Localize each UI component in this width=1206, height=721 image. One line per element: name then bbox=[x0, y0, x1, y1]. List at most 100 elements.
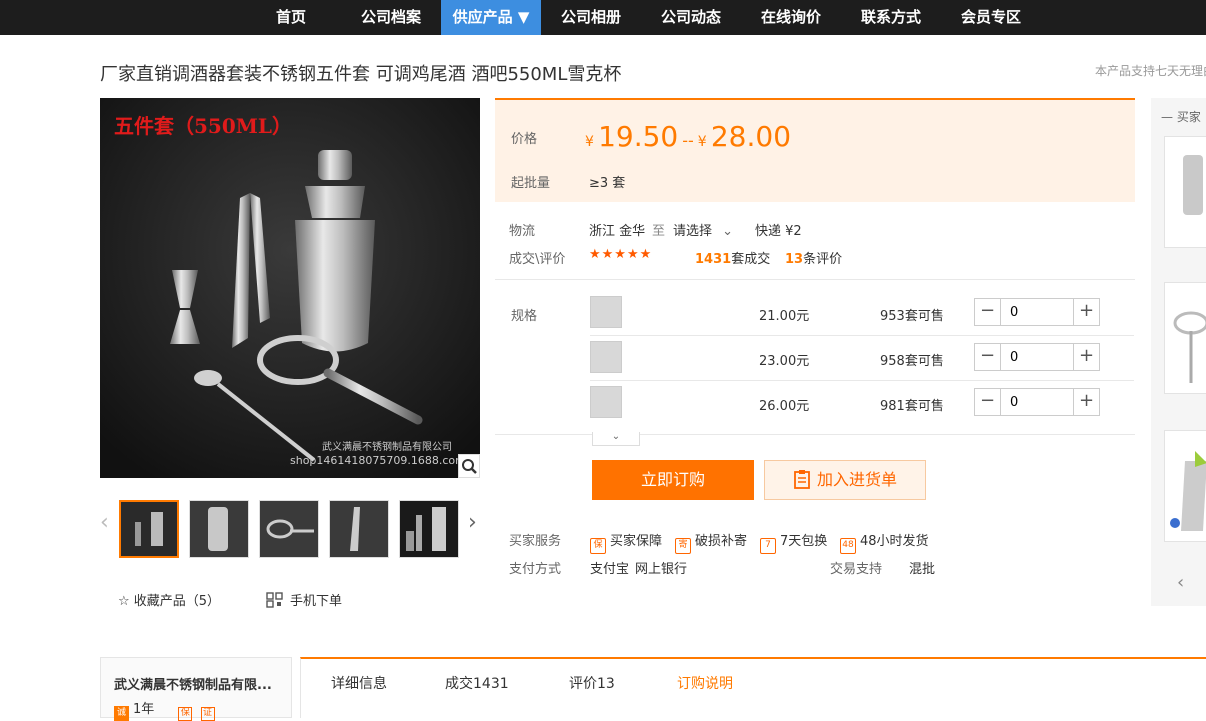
deal-count[interactable]: 1431套成交 bbox=[695, 248, 770, 267]
thumbnail[interactable] bbox=[399, 500, 459, 558]
qrcode-icon bbox=[266, 592, 283, 608]
spec-price: 26.00元 bbox=[759, 399, 810, 414]
minus-button[interactable]: − bbox=[975, 389, 1001, 415]
rating-stars: ★★★★★ bbox=[589, 247, 653, 262]
spec-thumbnail[interactable] bbox=[590, 296, 622, 328]
chevron-down-icon: ⌄ bbox=[722, 224, 734, 239]
buy-now-button[interactable]: 立即订购 bbox=[592, 460, 754, 500]
service-7day-exchange[interactable]: 7 7天包换 bbox=[760, 530, 827, 554]
parcel-icon: 寄 bbox=[675, 538, 691, 554]
tenure-icon: 诚 bbox=[114, 706, 129, 721]
minus-button[interactable]: − bbox=[975, 299, 1001, 325]
thumbs-prev-arrow[interactable]: ‹ bbox=[100, 510, 109, 535]
nav-news[interactable]: 公司动态 bbox=[650, 0, 732, 35]
plus-button[interactable]: + bbox=[1073, 299, 1099, 325]
logistics-origin: 浙江 金华 bbox=[589, 224, 646, 239]
quantity-input[interactable] bbox=[1002, 299, 1072, 325]
expand-specs-button[interactable]: ⌄ bbox=[592, 432, 640, 446]
product-illustration bbox=[100, 98, 480, 478]
nav-member[interactable]: 会员专区 bbox=[950, 0, 1032, 35]
spec-stock: 981套可售 bbox=[880, 399, 944, 414]
quantity-stepper: − + bbox=[974, 343, 1100, 371]
quantity-stepper: − + bbox=[974, 298, 1100, 326]
nav-inquiry[interactable]: 在线询价 bbox=[750, 0, 832, 35]
spec-stock: 953套可售 bbox=[880, 309, 944, 324]
nav-home[interactable]: 首页 bbox=[258, 0, 324, 35]
certificate-icon: 证 bbox=[200, 707, 215, 721]
thumbnail[interactable] bbox=[259, 500, 319, 558]
thumbnail[interactable] bbox=[329, 500, 389, 558]
clipboard-icon bbox=[794, 470, 810, 489]
price-range: ¥ 19.50 -- ¥ 28.00 bbox=[585, 120, 792, 153]
mobile-order-link[interactable]: 手机下单 bbox=[266, 590, 342, 609]
favorite-product-link[interactable]: ☆ 收藏产品（5） bbox=[118, 590, 220, 609]
page-title: 厂家直销调酒器套装不锈钢五件套 可调鸡尾酒 酒吧550ML雪克杯 bbox=[100, 64, 622, 85]
watermark-shop: shop1461418075709.1688.com bbox=[290, 454, 466, 467]
detail-tabs: 详细信息 成交1431 评价13 订购说明 bbox=[300, 657, 1206, 718]
divider bbox=[495, 279, 1135, 280]
mobile-order-label: 手机下单 bbox=[290, 594, 343, 609]
thumbnail[interactable] bbox=[119, 500, 179, 558]
thumbs-next-arrow[interactable]: › bbox=[468, 510, 477, 535]
sidebar-prev-arrow[interactable]: ‹ bbox=[1177, 572, 1184, 593]
destination-select[interactable]: 请选择 ⌄ bbox=[673, 220, 733, 239]
return-notice: 本产品支持七天无理由 bbox=[1095, 64, 1206, 78]
recommend-item[interactable] bbox=[1164, 430, 1206, 542]
nav-contact[interactable]: 联系方式 bbox=[850, 0, 932, 35]
thumbnail[interactable] bbox=[189, 500, 249, 558]
quantity-stepper: − + bbox=[974, 388, 1100, 416]
sidebar-head: — 买家 bbox=[1161, 110, 1201, 124]
spec-price: 21.00元 bbox=[759, 309, 810, 324]
payment-alipay: 支付宝 bbox=[590, 562, 630, 577]
shield-icon: 保 bbox=[178, 707, 193, 721]
calendar-icon: 7 bbox=[760, 538, 776, 554]
trade-label: 成交\评价 bbox=[509, 252, 566, 267]
divider bbox=[590, 380, 1134, 381]
review-count[interactable]: 13条评价 bbox=[785, 248, 842, 267]
company-name[interactable]: 武义满晨不锈钢制品有限... bbox=[114, 674, 272, 693]
spec-thumbnail[interactable] bbox=[590, 341, 622, 373]
moq-value: ≥3 套 bbox=[589, 176, 626, 191]
logistics-to: 至 bbox=[652, 224, 666, 239]
nav-company-profile[interactable]: 公司档案 bbox=[350, 0, 432, 35]
moq-label: 起批量 bbox=[511, 176, 551, 191]
magnifier-icon bbox=[462, 459, 477, 474]
plus-button[interactable]: + bbox=[1073, 389, 1099, 415]
plus-button[interactable]: + bbox=[1073, 344, 1099, 370]
nav-products[interactable]: 供应产品 ▼ bbox=[441, 0, 541, 35]
price-low: 19.50 bbox=[598, 120, 679, 153]
watermark-company: 武义满晨不锈钢制品有限公司 bbox=[322, 442, 452, 453]
services-label: 买家服务 bbox=[509, 534, 562, 549]
main-product-image[interactable]: 五件套（550ML） 武义满晨不锈钢制品有限公司 shop14614180757… bbox=[100, 98, 480, 478]
service-buyer-protection[interactable]: 保买家保障 bbox=[590, 530, 662, 554]
tab-details[interactable]: 详细信息 bbox=[331, 673, 387, 693]
spec-price: 23.00元 bbox=[759, 354, 810, 369]
payment-bank: 网上银行 bbox=[635, 562, 688, 577]
service-48h-shipping[interactable]: 48 48小时发货 bbox=[840, 530, 929, 554]
trade-support-label: 交易支持 bbox=[830, 562, 883, 577]
spec-thumbnail[interactable] bbox=[590, 386, 622, 418]
price-box: 价格 ¥ 19.50 -- ¥ 28.00 起批量 ≥3 套 bbox=[495, 98, 1135, 202]
nav-album[interactable]: 公司相册 bbox=[550, 0, 632, 35]
recommend-sidebar: — 买家 ‹ bbox=[1151, 98, 1206, 606]
clock-icon: 48 bbox=[840, 538, 856, 554]
recommend-item[interactable] bbox=[1164, 282, 1206, 394]
image-badge: 五件套（550ML） bbox=[114, 114, 292, 138]
tab-order-notes[interactable]: 订购说明 bbox=[677, 673, 733, 693]
zoom-button[interactable] bbox=[458, 454, 480, 478]
divider bbox=[590, 335, 1134, 336]
price-high: 28.00 bbox=[710, 120, 792, 153]
price-label: 价格 bbox=[511, 132, 538, 147]
recommend-item[interactable] bbox=[1164, 136, 1206, 248]
tab-reviews[interactable]: 评价13 bbox=[569, 673, 615, 693]
company-card[interactable]: 武义满晨不锈钢制品有限... 诚 1年 保 证 bbox=[100, 657, 292, 721]
minus-button[interactable]: − bbox=[975, 344, 1001, 370]
tab-deals[interactable]: 成交1431 bbox=[445, 673, 509, 693]
quantity-input[interactable] bbox=[1002, 344, 1072, 370]
trade-support-value: 混批 bbox=[909, 562, 936, 577]
quantity-input[interactable] bbox=[1002, 389, 1072, 415]
top-nav: 首页 公司档案 供应产品 ▼ 公司相册 公司动态 在线询价 联系方式 会员专区 bbox=[0, 0, 1206, 35]
spec-label: 规格 bbox=[511, 309, 538, 324]
add-to-cart-button[interactable]: 加入进货单 bbox=[764, 460, 926, 500]
service-damage-resend[interactable]: 寄破损补寄 bbox=[675, 530, 747, 554]
